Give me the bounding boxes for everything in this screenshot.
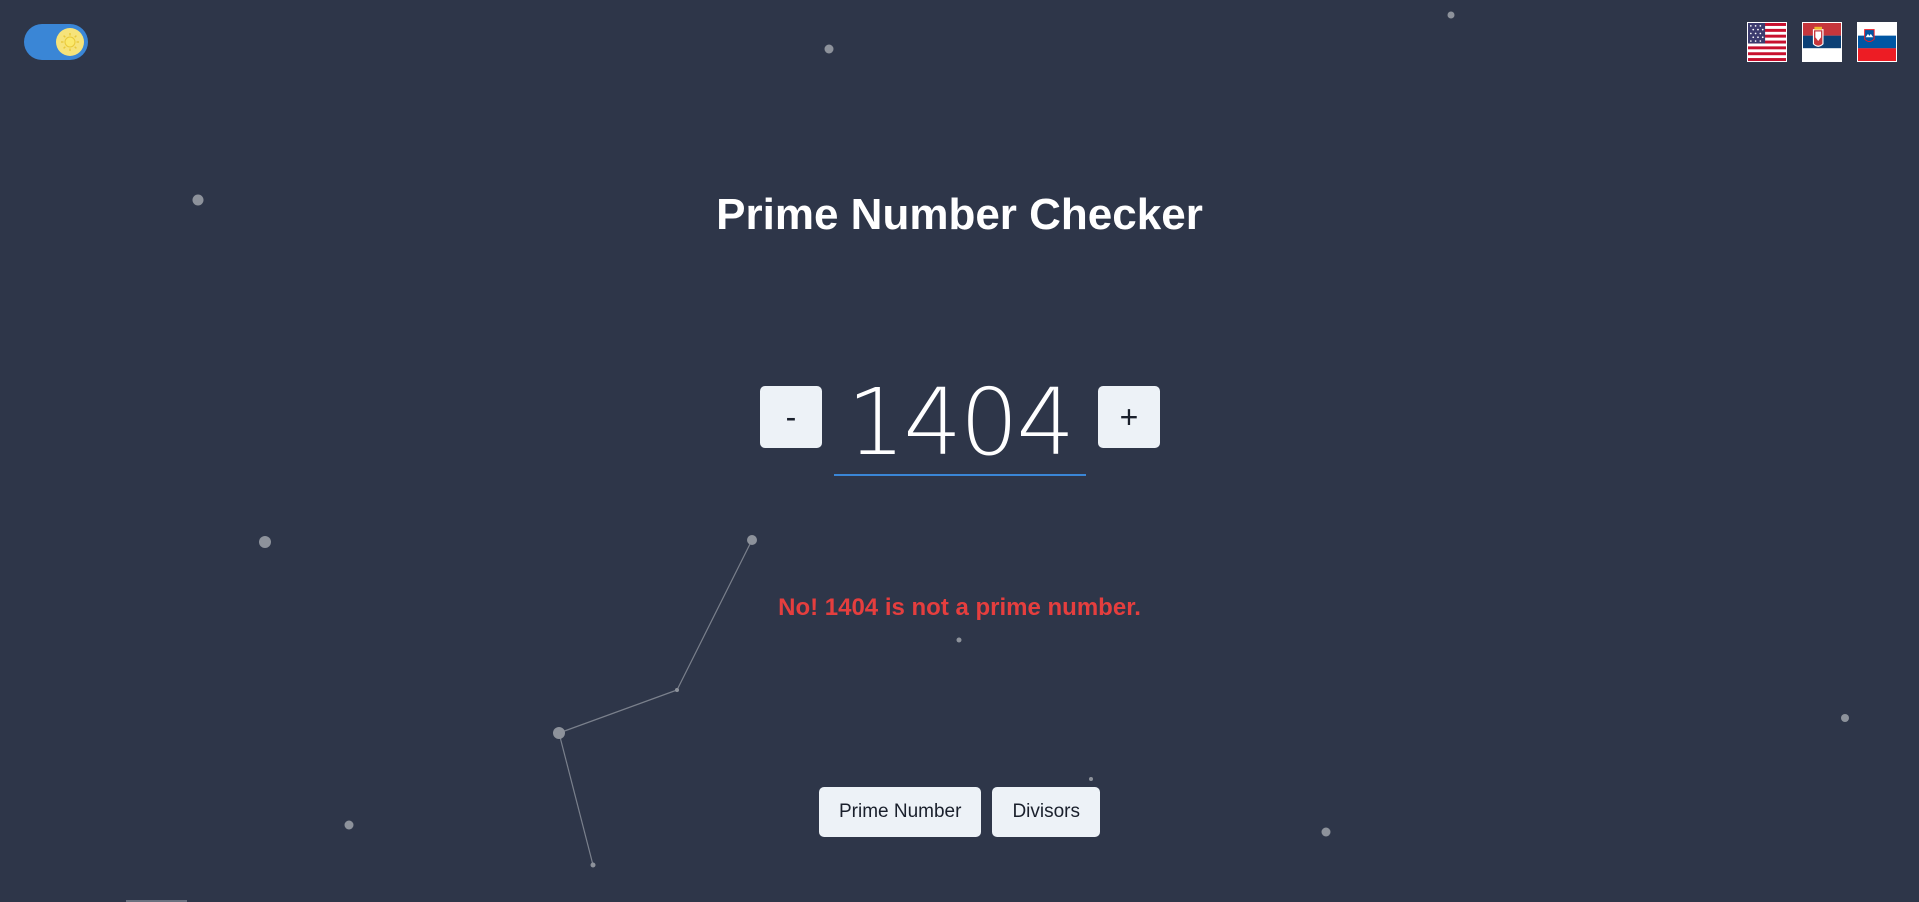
particle [1447,11,1455,19]
particle [1089,777,1093,781]
decrement-button[interactable]: - [760,386,822,448]
particle [1841,714,1849,722]
app-page: Prime Number Checker - + No! 1404 is not… [0,0,1919,902]
slovenia-flag-icon[interactable] [1857,22,1897,62]
prime-number-button[interactable]: Prime Number [818,787,982,837]
particle [956,637,962,643]
increment-button[interactable]: + [1098,386,1160,448]
divisors-button[interactable]: Divisors [992,787,1101,837]
particle [675,688,679,692]
mode-switcher: Prime Number Divisors [0,787,1919,837]
theme-toggle[interactable] [24,24,88,60]
number-stepper: - + [0,370,1919,500]
particle [553,727,565,739]
page-title: Prime Number Checker [716,190,1203,239]
particle [590,862,596,868]
number-input[interactable] [834,370,1086,476]
constellation-line [558,689,678,734]
language-switcher [1747,22,1897,62]
particle [259,536,271,548]
sun-icon [56,28,84,56]
us-flag-icon[interactable] [1747,22,1787,62]
particle [747,535,757,545]
result-message: No! 1404 is not a prime number. [778,594,1141,621]
serbia-flag-icon[interactable] [1802,22,1842,62]
particle [824,44,834,54]
